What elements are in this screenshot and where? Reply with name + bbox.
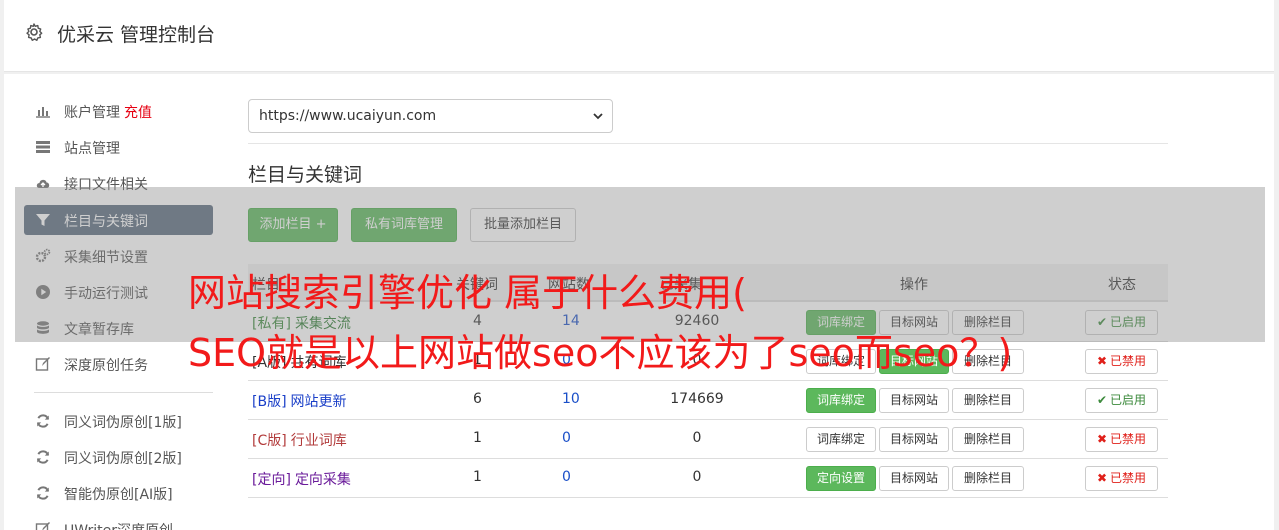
sidebar-item-label: 账户管理: [64, 105, 120, 121]
row-name: 定向采集: [294, 472, 351, 488]
row-delete-column-button[interactable]: 删除栏目: [952, 388, 1024, 413]
sidebar-item-synonym-v1[interactable]: 同义词伪原创[1版]: [24, 406, 213, 436]
sidebar-item-uwriter[interactable]: UWriter深度原创: [24, 514, 213, 530]
row-status-toggle[interactable]: ✖ 已禁用: [1085, 427, 1158, 452]
close-icon: ✖: [1096, 354, 1108, 368]
row-tag: [B版]: [252, 394, 287, 410]
table-row: [B版] 网站更新 6 10 174669 词库绑定 目标网站 删除栏目 ✔ 已启用: [248, 381, 1168, 420]
row-tag: [C版]: [252, 433, 287, 449]
edit-icon: [35, 357, 50, 371]
row-name: 行业词库: [290, 433, 347, 449]
row-site-count[interactable]: 10: [562, 391, 580, 407]
sidebar-item-label: 站点管理: [64, 141, 120, 157]
row-delete-column-button[interactable]: 删除栏目: [952, 466, 1024, 491]
site-select-value: https://www.ucaiyun.com: [259, 108, 437, 124]
sidebar-divider: [34, 392, 213, 393]
close-icon: ✖: [1096, 471, 1108, 485]
sidebar-item-account[interactable]: 账户管理 充值: [24, 96, 213, 126]
row-status-label: 已禁用: [1110, 471, 1147, 485]
divider: [248, 143, 1168, 144]
row-tag: [定向]: [252, 472, 291, 488]
row-target-site-button[interactable]: 目标网站: [879, 388, 949, 413]
close-icon: ✖: [1096, 432, 1108, 446]
sidebar-item-deep-original[interactable]: 深度原创任务: [24, 349, 213, 379]
row-site-count[interactable]: 0: [562, 430, 571, 446]
table-row: [C版] 行业词库 1 0 0 词库绑定 目标网站 删除栏目 ✖ 已禁用: [248, 420, 1168, 459]
app-title: 优采云 管理控制台: [57, 24, 216, 46]
row-status-toggle[interactable]: ✖ 已禁用: [1085, 466, 1158, 491]
sidebar-item-synonym-v2[interactable]: 同义词伪原创[2版]: [24, 442, 213, 472]
refresh-icon: [37, 450, 49, 464]
row-column-link[interactable]: [B版] 网站更新: [252, 391, 347, 411]
row-keyword-count: 6: [473, 391, 482, 407]
row-site-count[interactable]: 0: [562, 469, 571, 485]
recharge-link[interactable]: 充值: [124, 105, 152, 121]
row-delete-column-button[interactable]: 删除栏目: [952, 427, 1024, 452]
overlay-banner: [15, 187, 1265, 342]
row-keyword-count: 1: [473, 469, 482, 485]
gear-icon: [26, 23, 43, 41]
sidebar-item-label: 深度原创任务: [64, 358, 148, 374]
server-icon: [36, 141, 50, 153]
check-icon: ✔: [1096, 393, 1108, 407]
sidebar-item-label: UWriter深度原创: [64, 520, 173, 530]
row-target-site-button[interactable]: 目标网站: [879, 466, 949, 491]
top-header: 优采云 管理控制台: [4, 0, 1274, 72]
edit-icon: [35, 522, 50, 530]
row-column-link[interactable]: [定向] 定向采集: [252, 469, 351, 489]
chevron-down-icon: [593, 113, 603, 120]
row-name: 网站更新: [290, 394, 347, 410]
row-lexicon-bind-button[interactable]: 词库绑定: [806, 388, 876, 413]
overlay-headline-line2: SEO就是以上网站做seo不应该为了seo而seo？): [188, 331, 1013, 375]
row-keyword-count: 1: [473, 430, 482, 446]
refresh-icon: [37, 414, 49, 428]
row-status-label: 已禁用: [1110, 432, 1147, 446]
row-column-link[interactable]: [C版] 行业词库: [252, 430, 347, 450]
sidebar-item-sites[interactable]: 站点管理: [24, 132, 213, 162]
sidebar-item-label: 智能伪原创[AI版]: [64, 487, 173, 503]
row-status-label: 已禁用: [1110, 354, 1147, 368]
row-status-toggle[interactable]: ✔ 已启用: [1085, 388, 1158, 413]
refresh-icon: [37, 486, 49, 500]
row-collected-count: 174669: [670, 391, 724, 407]
row-collected-count: 0: [692, 430, 702, 446]
bar-chart-icon: [36, 107, 50, 118]
overlay-headline-line1: 网站搜索引擎优化 属于什么费用(: [188, 271, 747, 315]
row-lexicon-bind-button[interactable]: 词库绑定: [806, 427, 876, 452]
table-row: [定向] 定向采集 1 0 0 定向设置 目标网站 删除栏目 ✖ 已禁用: [248, 459, 1168, 498]
row-status-toggle[interactable]: ✖ 已禁用: [1085, 349, 1158, 374]
row-lexicon-bind-button[interactable]: 定向设置: [806, 466, 876, 491]
sidebar-item-label: 同义词伪原创[2版]: [64, 451, 182, 467]
section-title: 栏目与关键词: [248, 164, 363, 186]
sidebar-item-ai-rewrite[interactable]: 智能伪原创[AI版]: [24, 478, 213, 508]
sidebar-item-label: 同义词伪原创[1版]: [64, 415, 182, 431]
site-select[interactable]: https://www.ucaiyun.com: [248, 99, 613, 133]
row-collected-count: 0: [692, 469, 702, 485]
row-target-site-button[interactable]: 目标网站: [879, 427, 949, 452]
row-status-label: 已启用: [1110, 393, 1147, 407]
